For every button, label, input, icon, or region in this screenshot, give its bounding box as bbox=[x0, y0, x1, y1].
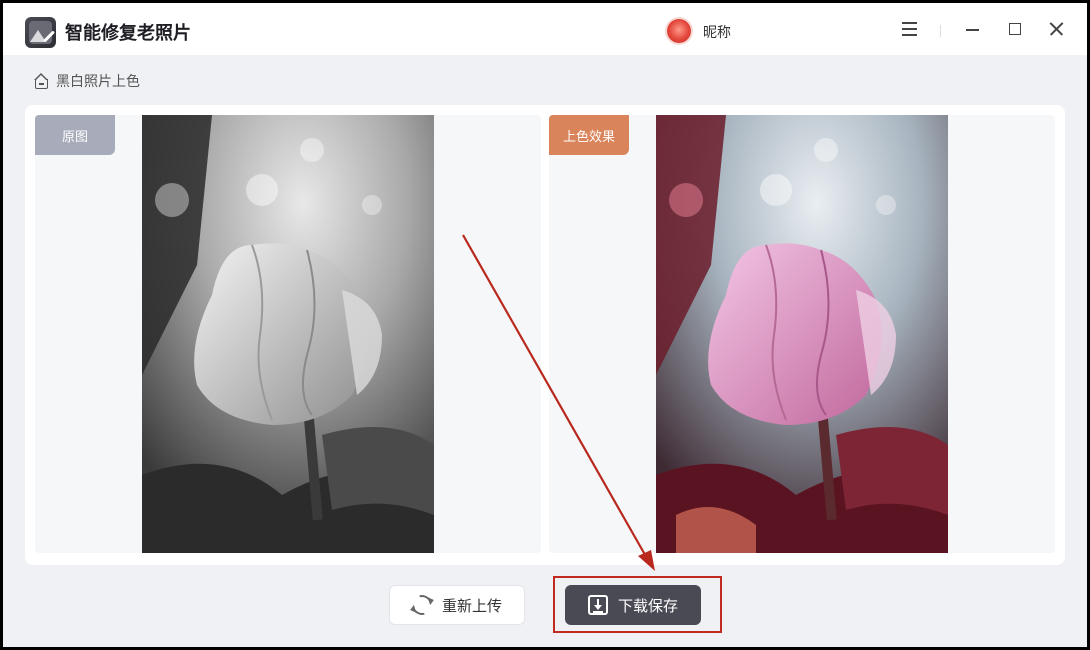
maximize-icon[interactable] bbox=[1002, 16, 1028, 42]
colorized-photo bbox=[656, 115, 948, 553]
title-bar: 智能修复老照片 昵称 bbox=[3, 3, 1087, 55]
colorized-tag: 上色效果 bbox=[549, 115, 629, 155]
original-panel: 原图 bbox=[35, 115, 541, 553]
reupload-button[interactable]: 重新上传 bbox=[389, 585, 525, 625]
close-icon[interactable] bbox=[1044, 16, 1070, 42]
nickname[interactable]: 昵称 bbox=[703, 22, 731, 42]
avatar-icon[interactable] bbox=[667, 19, 691, 43]
refresh-icon bbox=[408, 591, 436, 619]
home-icon[interactable] bbox=[33, 73, 50, 89]
menu-icon[interactable] bbox=[897, 16, 923, 42]
breadcrumb[interactable]: 黑白照片上色 bbox=[33, 71, 140, 91]
titlebar-divider bbox=[940, 25, 941, 37]
comparison-card: 原图 上色效果 bbox=[25, 105, 1065, 565]
annotation-highlight-box bbox=[553, 576, 722, 633]
reupload-label: 重新上传 bbox=[441, 596, 502, 615]
colorized-panel: 上色效果 bbox=[549, 115, 1055, 553]
original-tag: 原图 bbox=[35, 115, 115, 155]
breadcrumb-label: 黑白照片上色 bbox=[56, 74, 140, 90]
original-photo bbox=[142, 115, 434, 553]
app-title: 智能修复老照片 bbox=[65, 23, 191, 44]
app-window: 智能修复老照片 昵称 黑白照片上色 原图 上色效果 重新上传 下载保存 bbox=[3, 3, 1087, 647]
minimize-icon[interactable] bbox=[960, 16, 986, 42]
app-logo-icon bbox=[25, 17, 56, 48]
